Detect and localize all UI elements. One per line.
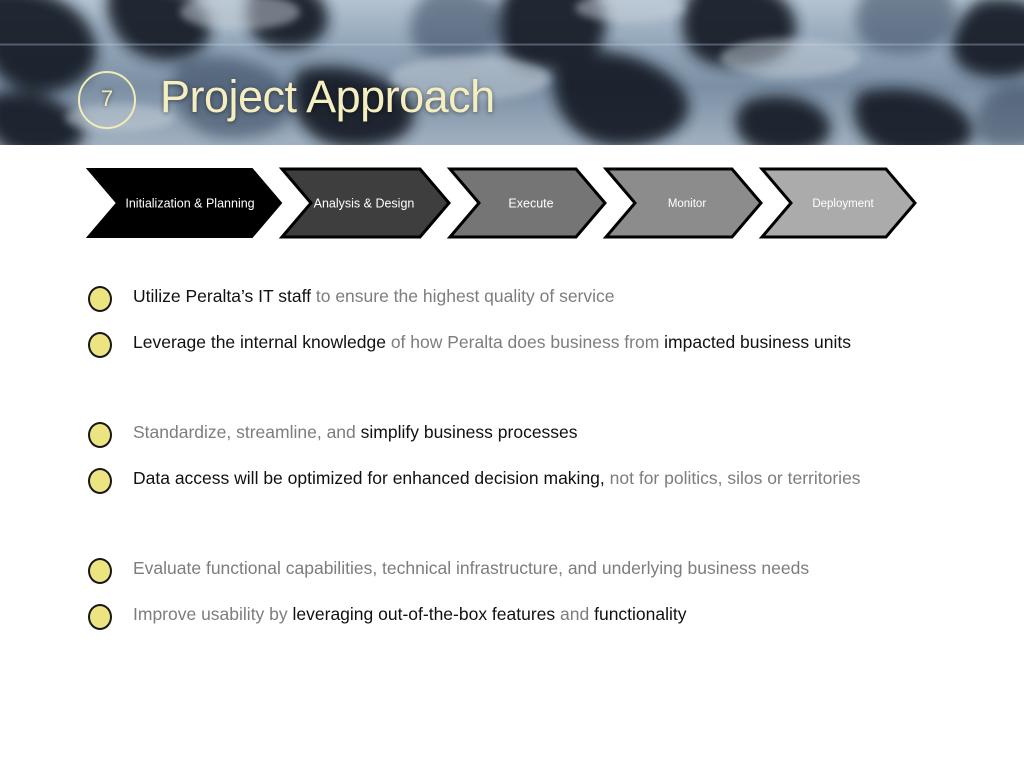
- text-run-plain: not for politics, silos or territories: [609, 468, 861, 488]
- chevron-label-initialization-planning: Initialization & Planning: [125, 196, 254, 210]
- bullet-marker-icon: [88, 332, 112, 358]
- bullet-marker-icon: [88, 468, 112, 494]
- bullet-text: Standardize, streamline, and simplify bu…: [133, 420, 863, 445]
- process-chevron-bar: Deployment Monitor Execute Analysis & De…: [86, 167, 918, 239]
- text-run-plain: Standardize, streamline, and: [133, 422, 361, 442]
- chevron-stage-execute: Execute: [446, 167, 607, 239]
- text-run-emphasis: leveraging out-of-the-box features: [292, 604, 561, 624]
- text-run-emphasis: Utilize Peralta’s IT staff: [133, 286, 316, 306]
- bullet-marker-icon: [88, 422, 112, 448]
- list-item: Standardize, streamline, and simplify bu…: [88, 420, 968, 448]
- text-run-emphasis: functionality: [594, 604, 687, 624]
- text-run-plain: to ensure the highest quality of service: [315, 286, 615, 306]
- bullet-marker-icon: [88, 558, 112, 584]
- slide-number-badge: 7: [78, 71, 136, 129]
- list-item: Leverage the internal knowledge of how P…: [88, 330, 968, 358]
- list-item: Data access will be optimized for enhanc…: [88, 466, 968, 494]
- bullet-text: Utilize Peralta’s IT staff to ensure the…: [133, 284, 863, 309]
- bullet-text: Data access will be optimized for enhanc…: [133, 466, 863, 491]
- chevron-stage-deployment: Deployment: [758, 167, 917, 239]
- bullet-group-3: Evaluate functional capabilities, techni…: [88, 556, 968, 630]
- bullet-list: Utilize Peralta’s IT staff to ensure the…: [88, 284, 968, 648]
- text-run-emphasis: Data access will be optimized for enhanc…: [133, 468, 610, 488]
- text-run-emphasis: simplify business processes: [360, 422, 578, 442]
- bullet-text: Leverage the internal knowledge of how P…: [133, 330, 863, 355]
- bullet-text: Improve usability by leveraging out-of-t…: [133, 602, 863, 627]
- text-run-emphasis: impacted business units: [664, 332, 851, 352]
- text-run-plain: Improve usability by: [133, 604, 293, 624]
- bullet-group-2: Standardize, streamline, and simplify bu…: [88, 420, 968, 494]
- chevron-label-analysis-design: Analysis & Design: [314, 196, 415, 210]
- bullet-marker-icon: [88, 604, 112, 630]
- list-item: Utilize Peralta’s IT staff to ensure the…: [88, 284, 968, 312]
- list-item: Improve usability by leveraging out-of-t…: [88, 602, 968, 630]
- text-run-plain: Evaluate functional capabilities, techni…: [133, 558, 810, 578]
- chevron-label-deployment: Deployment: [812, 198, 874, 210]
- bullet-text: Evaluate functional capabilities, techni…: [133, 556, 863, 581]
- text-run-plain: of how Peralta does business from: [390, 332, 665, 352]
- bullet-group-1: Utilize Peralta’s IT staff to ensure the…: [88, 284, 968, 358]
- chevron-stage-initialization-planning: Initialization & Planning: [86, 168, 283, 238]
- text-run-emphasis: Leverage the internal knowledge: [133, 332, 391, 352]
- page-title: Project Approach: [160, 71, 495, 122]
- chevron-label-execute: Execute: [508, 196, 553, 210]
- list-item: Evaluate functional capabilities, techni…: [88, 556, 968, 584]
- header-banner: 7 Project Approach: [0, 0, 1024, 145]
- chevron-stage-monitor: Monitor: [602, 167, 763, 239]
- puzzle-background-image: [0, 0, 1024, 145]
- chevron-label-monitor: Monitor: [668, 198, 707, 210]
- bullet-marker-icon: [88, 286, 112, 312]
- text-run-plain: and: [560, 604, 595, 624]
- chevron-stage-analysis-design: Analysis & Design: [278, 167, 451, 239]
